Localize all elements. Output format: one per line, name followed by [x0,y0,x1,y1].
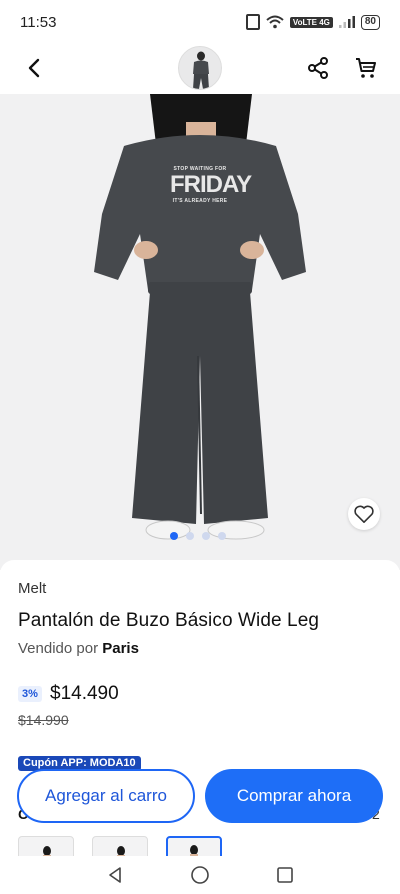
shirt-print-line3: IT'S ALREADY HERE [172,198,228,204]
back-triangle-icon[interactable] [106,866,124,884]
home-circle-icon[interactable] [190,865,210,885]
seller-line: Vendido por Paris [18,640,139,657]
shirt-print-line2: FRIDAY [170,171,252,198]
status-time: 11:53 [20,13,57,31]
wifi-icon [266,15,284,29]
top-nav [0,44,400,92]
product-title: Pantalón de Buzo Básico Wide Leg [18,610,320,631]
recents-square-icon[interactable] [276,866,294,884]
original-price: $14.990 [18,712,69,728]
share-icon [308,57,328,79]
signal-icon [338,16,355,28]
add-to-cart-button[interactable]: Agregar al carro [17,769,195,823]
header-product-thumbnail[interactable] [178,46,222,90]
cart-button[interactable] [350,52,382,84]
status-bar: 11:53 VoLTE 4G 80 [0,0,400,44]
carousel-dot[interactable] [218,532,226,540]
carousel-dot[interactable] [170,532,178,540]
seller-name[interactable]: Paris [102,640,139,657]
chevron-left-icon [28,58,40,78]
system-nav-bar [0,856,400,894]
carousel-dot[interactable] [202,532,210,540]
favorite-button[interactable] [348,498,380,530]
buy-now-button[interactable]: Comprar ahora [205,769,383,823]
network-badge: VoLTE 4G [289,16,333,28]
vibrate-icon [245,14,260,30]
heart-icon [354,505,374,523]
discount-badge: 3% [18,686,42,702]
carousel-dots [170,532,226,540]
product-brand[interactable]: Melt [18,580,46,597]
seller-prefix: Vendido por [18,640,103,657]
carousel-dot[interactable] [186,532,194,540]
cart-icon [356,58,376,78]
status-icons: VoLTE 4G 80 [245,14,380,30]
back-button[interactable] [18,52,50,84]
current-price: $14.490 [50,683,119,704]
product-info-sheet: Melt Pantalón de Buzo Básico Wide Leg Ve… [0,560,400,860]
shirt-print: STOP WAITING FOR FRIDAY IT'S ALREADY HER… [170,166,252,204]
share-button[interactable] [302,52,334,84]
battery-icon: 80 [360,14,380,30]
nav-actions [302,52,382,84]
product-image-carousel[interactable]: STOP WAITING FOR FRIDAY IT'S ALREADY HER… [0,94,400,570]
